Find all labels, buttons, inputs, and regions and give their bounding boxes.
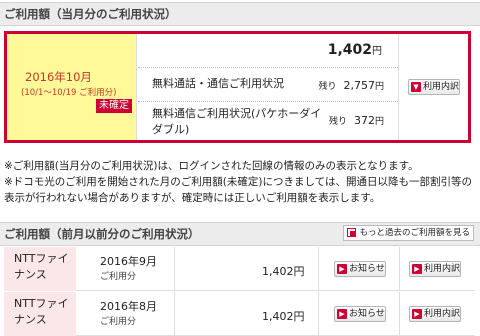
arrow-right-icon: ▶ xyxy=(337,264,347,274)
arrow-right-icon: ▶ xyxy=(412,309,422,319)
free-call-remaining-value: 2,757 xyxy=(343,79,375,92)
divider xyxy=(138,67,398,68)
window-icon xyxy=(347,228,357,237)
current-month-cell: 2016年10月 (10/1～10/19 ご利用分) 未確定 xyxy=(7,34,137,140)
free-data-remaining-unit: 円 xyxy=(374,117,384,127)
note-line: ※ご利用額(当月分のご利用状況)は、ログインされた回線の情報のみの表示となります… xyxy=(4,160,419,172)
notes: ※ご利用額(当月分のご利用状況)は、ログインされた回線の情報のみの表示となります… xyxy=(4,158,476,206)
current-usage-details: 1,402円 無料通話・通信ご利用状況 残り 2,757円 無料通信ご利用状況(… xyxy=(138,34,398,140)
history-payer: NTTファイナンス xyxy=(4,247,76,291)
divider xyxy=(174,247,175,291)
history-detail-label: 利用内訳 xyxy=(424,264,461,274)
divider xyxy=(318,292,319,336)
notice-button[interactable]: ▶ お知らせ xyxy=(334,261,386,277)
free-data-remaining-label: 残り xyxy=(328,117,347,127)
free-data-label: 無料通信ご利用状況(パケホーダイダブル) xyxy=(152,107,322,136)
note-line: ※ドコモ光のご利用を開始された月のご利用額(未確定)につきましては、開通日以降も… xyxy=(4,176,472,204)
notice-button[interactable]: ▶ お知らせ xyxy=(334,306,386,322)
history-detail-button[interactable]: ▶ 利用内訳 xyxy=(409,306,462,322)
history-amount: 1,402円 xyxy=(262,265,305,278)
current-total-unit: 円 xyxy=(372,46,382,57)
free-call-remaining: 残り 2,757円 xyxy=(318,79,384,92)
free-data-remaining: 残り 372円 xyxy=(329,114,384,127)
divider xyxy=(399,292,400,336)
current-total: 1,402円 xyxy=(328,42,382,58)
more-history-label: もっと過去のご利用額を見る xyxy=(359,228,470,238)
current-month: 2016年10月 xyxy=(25,70,92,84)
current-total-value: 1,402 xyxy=(327,42,372,58)
current-range: (10/1～10/19 ご利用分) xyxy=(21,88,117,98)
more-history-button[interactable]: もっと過去のご利用額を見る xyxy=(343,225,474,241)
current-usage-header: ご利用額（当月分のご利用状況） xyxy=(0,2,480,26)
history-amount: 1,402円 xyxy=(262,310,305,323)
current-actions-cell: ▼ 利用内訳 xyxy=(398,34,471,140)
free-call-label: 無料通話・通信ご利用状況 xyxy=(152,77,284,90)
unconfirmed-badge: 未確定 xyxy=(96,99,132,113)
history-month: 2016年8月 xyxy=(100,300,157,313)
divider xyxy=(399,247,400,291)
arrow-right-icon: ▶ xyxy=(412,264,422,274)
arrow-right-icon: ▶ xyxy=(337,309,347,319)
notice-label: お知らせ xyxy=(349,309,385,319)
free-data-remaining-value: 372 xyxy=(353,114,375,127)
history-row: NTTファイナンス 2016年9月 ご利用分 1,402円 ▶ お知らせ ▶ 利用内… xyxy=(4,247,475,291)
history-sub: ご利用分 xyxy=(100,317,137,327)
history-detail-button[interactable]: ▶ 利用内訳 xyxy=(409,261,462,277)
free-call-remaining-label: 残り xyxy=(318,82,337,92)
current-usage-box: 2016年10月 (10/1～10/19 ご利用分) 未確定 1,402円 無料… xyxy=(4,31,471,143)
history-detail-label: 利用内訳 xyxy=(424,309,461,319)
divider xyxy=(318,247,319,291)
history-sub: ご利用分 xyxy=(100,272,137,282)
history-month: 2016年9月 xyxy=(100,255,157,268)
current-detail-button[interactable]: ▼ 利用内訳 xyxy=(408,79,461,95)
current-detail-label: 利用内訳 xyxy=(423,82,460,92)
free-call-remaining-unit: 円 xyxy=(374,82,384,92)
notice-label: お知らせ xyxy=(349,264,385,274)
chevron-down-icon: ▼ xyxy=(411,82,421,92)
history-payer: NTTファイナンス xyxy=(4,292,76,336)
divider xyxy=(174,292,175,336)
history-row: NTTファイナンス 2016年8月 ご利用分 1,402円 ▶ お知らせ ▶ 利用内… xyxy=(4,292,475,336)
divider xyxy=(138,101,398,102)
